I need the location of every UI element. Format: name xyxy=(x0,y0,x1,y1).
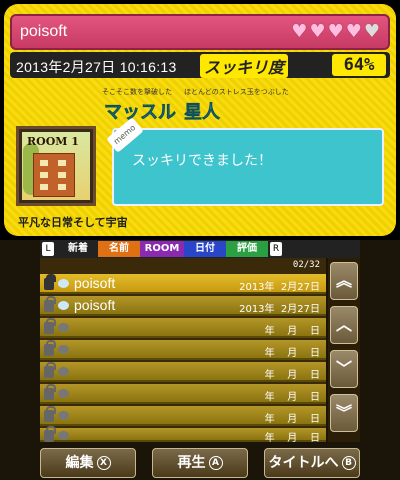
datetime: 2013年2月27日 10:16:13 xyxy=(16,59,177,75)
speech-bubble-icon xyxy=(58,431,69,440)
edit-button[interactable]: 編集 X xyxy=(40,448,136,478)
list-item-name: poisoft xyxy=(74,275,116,291)
speech-bubble-icon xyxy=(58,345,69,354)
list-item[interactable]: poisoft 2013年 2月27日 xyxy=(40,274,326,294)
speech-bubble-icon xyxy=(58,389,69,398)
heart-icon: ♥ xyxy=(309,21,326,42)
lock-icon xyxy=(44,318,56,334)
a-key-icon: A xyxy=(208,456,223,470)
list-item-date: 年 月 日 xyxy=(264,433,320,444)
tab-name[interactable]: 名前 xyxy=(98,241,140,257)
replay-list: 02/32 poisoft 2013年 2月27日 poisoft 2013年 … xyxy=(40,258,326,444)
building-icon xyxy=(33,153,75,197)
title-label: タイトルへ xyxy=(268,455,339,471)
speech-bubble-icon xyxy=(58,279,69,288)
lock-icon xyxy=(44,274,56,290)
list-item-name: poisoft xyxy=(74,297,116,313)
title-suffix: 星人 xyxy=(184,102,221,124)
b-key-icon: B xyxy=(341,456,356,470)
scroll-bottom-button[interactable]: ︾ xyxy=(330,394,358,432)
r-button-icon[interactable]: R xyxy=(270,242,282,256)
lock-icon xyxy=(44,384,56,400)
refresh-label: スッキリ度 xyxy=(200,54,289,78)
list-item[interactable]: 年 月 日 xyxy=(40,426,326,444)
tab-date[interactable]: 日付 xyxy=(184,241,226,257)
speech-bubble-icon xyxy=(58,367,69,376)
list-item-date: 年 月 日 xyxy=(264,370,320,381)
list-item[interactable]: poisoft 2013年 2月27日 xyxy=(40,296,326,316)
action-bar: 編集 X 再生 A タイトルへ B xyxy=(0,446,400,480)
back-to-title-button[interactable]: タイトルへ B xyxy=(264,448,360,478)
memo-text: スッキリできました！ xyxy=(132,153,272,169)
list-item[interactable]: 年 月 日 xyxy=(40,362,326,382)
list-item-date: 年 月 日 xyxy=(264,326,320,337)
memo-box: memo スッキリできました！ xyxy=(106,117,384,206)
scroll-down-button[interactable]: ﹀ xyxy=(330,350,358,388)
player-name: poisoft xyxy=(20,23,68,40)
tab-new[interactable]: 新着 xyxy=(58,241,98,257)
speech-bubble-icon xyxy=(58,323,69,332)
lock-icon xyxy=(44,362,56,378)
lock-icon xyxy=(44,340,56,356)
tab-room[interactable]: ROOM xyxy=(140,241,184,257)
x-key-icon: X xyxy=(96,456,111,470)
title-suffix-furigana: ほとんどのストレス玉をつぶした xyxy=(184,88,289,96)
list-item[interactable]: 年 月 日 xyxy=(40,340,326,360)
heart-icon: ♥ xyxy=(345,21,362,42)
bottom-screen: L 新着 名前 ROOM 日付 評価 R 02/32 poisoft 2013年… xyxy=(0,240,400,480)
heart-icon: ♥ xyxy=(291,21,308,42)
play-button[interactable]: 再生 A xyxy=(152,448,248,478)
scroll-controls: ︽ ︿ ﹀ ︾ xyxy=(328,258,360,442)
scroll-top-button[interactable]: ︽ xyxy=(330,262,358,300)
subtitle: 平凡な日常そして宇宙 xyxy=(18,216,128,229)
sort-tabs: L 新着 名前 ROOM 日付 評価 R xyxy=(40,240,360,258)
list-item[interactable]: 年 月 日 xyxy=(40,384,326,404)
heart-icon: ♥ xyxy=(327,21,344,42)
edit-label: 編集 xyxy=(65,455,94,471)
room-thumbnail: ROOM 1 xyxy=(16,126,96,206)
room-label: ROOM 1 xyxy=(27,135,79,148)
player-title-bar: poisoft ♥ ♥ ♥ ♥ ♥ xyxy=(10,14,390,50)
refresh-value: 64% xyxy=(332,54,386,76)
list-item-date: 2013年 2月27日 xyxy=(239,304,320,315)
heart-empty-icon: ♥ xyxy=(363,21,380,42)
list-item[interactable]: 年 月 日 xyxy=(40,406,326,426)
list-item-date: 年 月 日 xyxy=(264,392,320,403)
top-screen: poisoft ♥ ♥ ♥ ♥ ♥ 2013年2月27日 10:16:13 スッ… xyxy=(0,0,400,240)
info-bar: 2013年2月27日 10:16:13 スッキリ度 64% xyxy=(10,52,390,78)
title-prefix: マッスル xyxy=(104,102,177,124)
speech-bubble-icon xyxy=(58,411,69,420)
heart-rating: ♥ ♥ ♥ ♥ ♥ xyxy=(291,22,380,42)
lock-icon xyxy=(44,296,56,312)
list-item-date: 年 月 日 xyxy=(264,414,320,425)
title-prefix-furigana: そこそこ数を撃破した xyxy=(102,88,172,96)
lock-icon xyxy=(44,406,56,422)
tab-rating[interactable]: 評価 xyxy=(226,241,268,257)
item-count: 02/32 xyxy=(292,260,320,270)
l-button-icon[interactable]: L xyxy=(42,242,54,256)
lock-icon xyxy=(44,426,56,442)
list-item[interactable]: 年 月 日 xyxy=(40,318,326,338)
play-label: 再生 xyxy=(177,455,206,471)
list-item-date: 年 月 日 xyxy=(264,348,320,359)
list-item-date: 2013年 2月27日 xyxy=(239,282,320,293)
speech-bubble-icon xyxy=(58,301,69,310)
scroll-up-button[interactable]: ︿ xyxy=(330,306,358,344)
